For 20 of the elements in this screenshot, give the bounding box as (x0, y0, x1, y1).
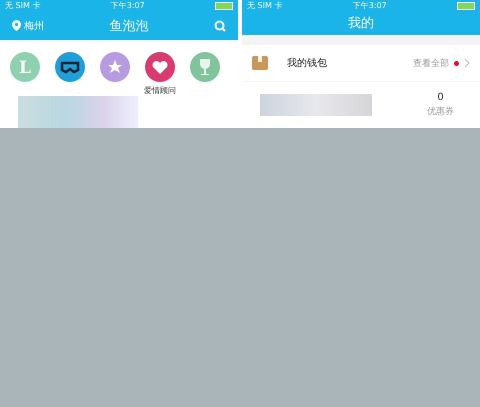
battery-icon (215, 2, 233, 10)
carrier-text: 无 SIM 卡 (5, 0, 40, 11)
clock-text: 下午3:07 (110, 0, 145, 11)
stat-label: 优惠券 (427, 106, 454, 118)
location-button[interactable]: 梅州 (12, 18, 44, 32)
battery-icon (457, 2, 475, 10)
search-icon[interactable] (214, 20, 226, 32)
shortcut-icon[interactable]: L (10, 52, 40, 82)
chevron-icon (464, 58, 470, 68)
app-title: 鱼泡泡 (110, 18, 148, 34)
clock-text: 下午3:07 (352, 0, 387, 11)
pin-icon (12, 20, 21, 31)
view-all-link[interactable]: 查看全部 (413, 56, 449, 70)
carrier-text: 无 SIM 卡 (247, 0, 282, 11)
stat-value: 0 (437, 92, 444, 103)
shortcut-icon[interactable] (55, 52, 85, 82)
wallet-icon (252, 56, 268, 70)
page-title: 我的 (348, 15, 374, 32)
wallet-label: 我的钱包 (287, 56, 328, 70)
shortcut-label: 爱情顾问 (144, 85, 176, 96)
